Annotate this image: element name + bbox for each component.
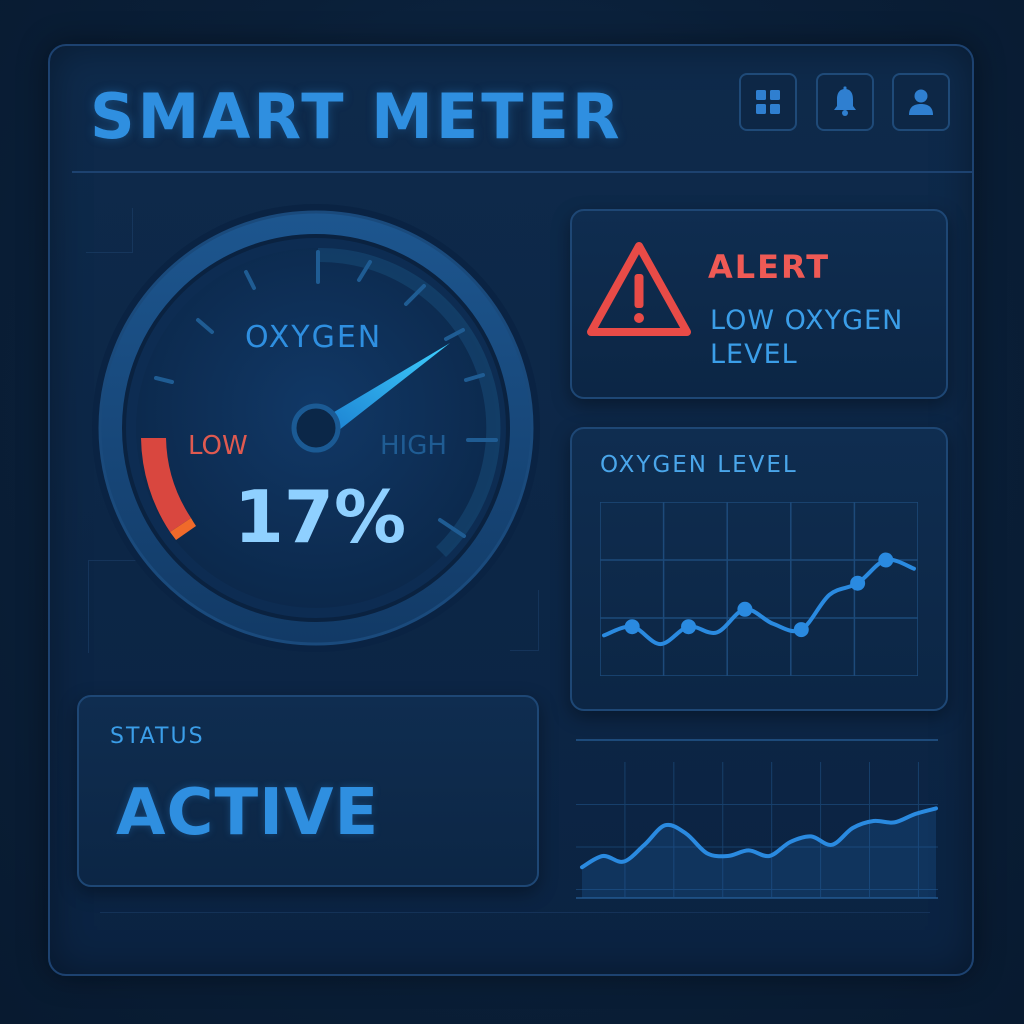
gauge-value: 17% — [234, 475, 406, 559]
series-line — [602, 557, 916, 647]
page-title: SMART METER — [90, 80, 623, 153]
header-divider — [72, 171, 972, 173]
data-point — [793, 622, 809, 638]
gauge-hub — [291, 403, 341, 453]
gauge-low-label: LOW — [188, 431, 248, 461]
status-label: STATUS — [110, 724, 205, 749]
data-point — [737, 601, 753, 617]
status-value: ACTIVE — [116, 776, 380, 850]
data-point — [878, 552, 894, 568]
user-icon — [909, 89, 933, 115]
chart-grid — [600, 502, 918, 676]
grid-icon — [756, 90, 780, 114]
grid-menu-button[interactable] — [739, 73, 797, 131]
bell-icon — [834, 86, 856, 116]
profile-button[interactable] — [892, 73, 950, 131]
data-point — [681, 619, 697, 635]
gauge-label: OXYGEN — [245, 320, 382, 355]
alert-message: LOW OXYGEN LEVEL — [710, 305, 904, 370]
warning-icon — [587, 242, 691, 336]
alert-title: ALERT — [708, 248, 831, 286]
trend-area-chart — [576, 739, 938, 899]
background-decoration — [100, 912, 930, 937]
oxygen-chart-title: OXYGEN LEVEL — [600, 452, 798, 478]
oxygen-gauge: OXYGEN LOW HIGH 17% — [92, 204, 540, 652]
gauge-high-label: HIGH — [380, 431, 447, 461]
data-point — [850, 575, 866, 591]
oxygen-line-chart — [600, 502, 918, 676]
data-point — [624, 619, 640, 635]
notifications-button[interactable] — [816, 73, 874, 131]
